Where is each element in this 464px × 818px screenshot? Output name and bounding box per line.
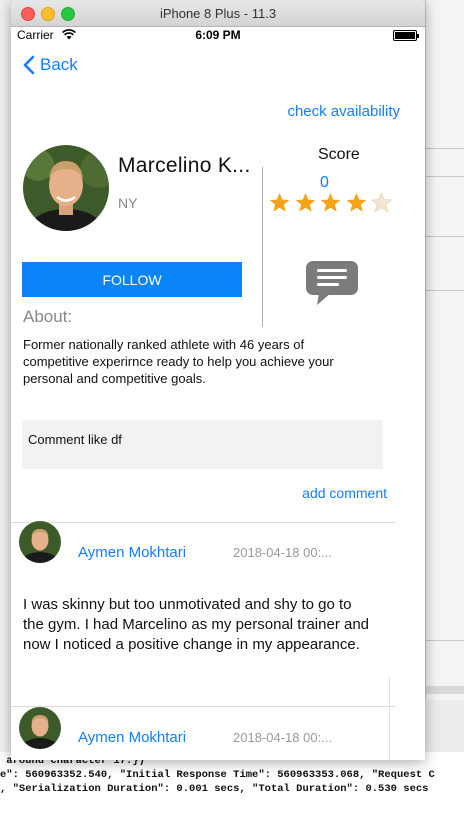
trainer-avatar [23,145,109,231]
follow-button[interactable]: FOLLOW [22,262,242,297]
status-time: 6:09 PM [195,28,241,42]
back-button[interactable]: Back [23,55,78,75]
trainer-bio: Former nationally ranked athlete with 46… [23,337,334,386]
star-empty-icon[interactable] [371,192,392,213]
navigation-bar: Back [11,45,425,89]
trainer-location: NY [118,195,138,211]
comment-date: 2018-04-18 00:... [233,545,333,560]
commenter-avatar [19,707,61,749]
divider [11,522,395,523]
comment-date: 2018-04-18 00:... [233,730,333,745]
comment-input[interactable]: Comment like df [22,420,383,469]
comment-text: I was skinny but too unmotivated and shy… [23,596,370,653]
background-editor-left [0,0,11,760]
commenter-name[interactable]: Aymen Mokhtari [78,544,186,561]
rating-stars[interactable] [269,192,397,213]
check-availability-link[interactable]: check availability [287,103,400,120]
simulator-window: iPhone 8 Plus - 11.3 Carrier 6:09 PM Bac… [11,0,425,760]
star-filled-icon[interactable] [295,192,316,213]
divider [11,706,395,707]
window-title: iPhone 8 Plus - 11.3 [159,6,277,21]
add-comment-button[interactable]: add comment [302,485,387,501]
status-bar: Carrier 6:09 PM [11,27,425,45]
commenter-avatar [19,521,61,563]
scroll-indicator [389,677,390,760]
console-line: e": 560963352.540, "Initial Response Tim… [0,769,435,781]
debug-console: around character 17.}) e": 560963352.540… [0,752,464,818]
chevron-left-icon [23,55,35,75]
vertical-divider [262,167,263,327]
score-label: Score [318,146,360,163]
commenter-name[interactable]: Aymen Mokhtari [78,729,186,746]
score-value: 0 [320,174,329,191]
about-label: About: [23,307,73,326]
back-label: Back [40,55,78,74]
phone-screen: Carrier 6:09 PM Back check availability [11,27,425,760]
trainer-name: Marcelino K... [118,154,251,177]
star-filled-icon[interactable] [346,192,367,213]
message-icon[interactable] [305,260,359,311]
star-filled-icon[interactable] [269,192,290,213]
console-line: , "Serialization Duration": 0.001 secs, … [0,783,429,795]
background-editor-right [425,0,464,700]
battery-icon [393,30,419,41]
window-titlebar[interactable]: iPhone 8 Plus - 11.3 [11,0,425,27]
star-filled-icon[interactable] [320,192,341,213]
